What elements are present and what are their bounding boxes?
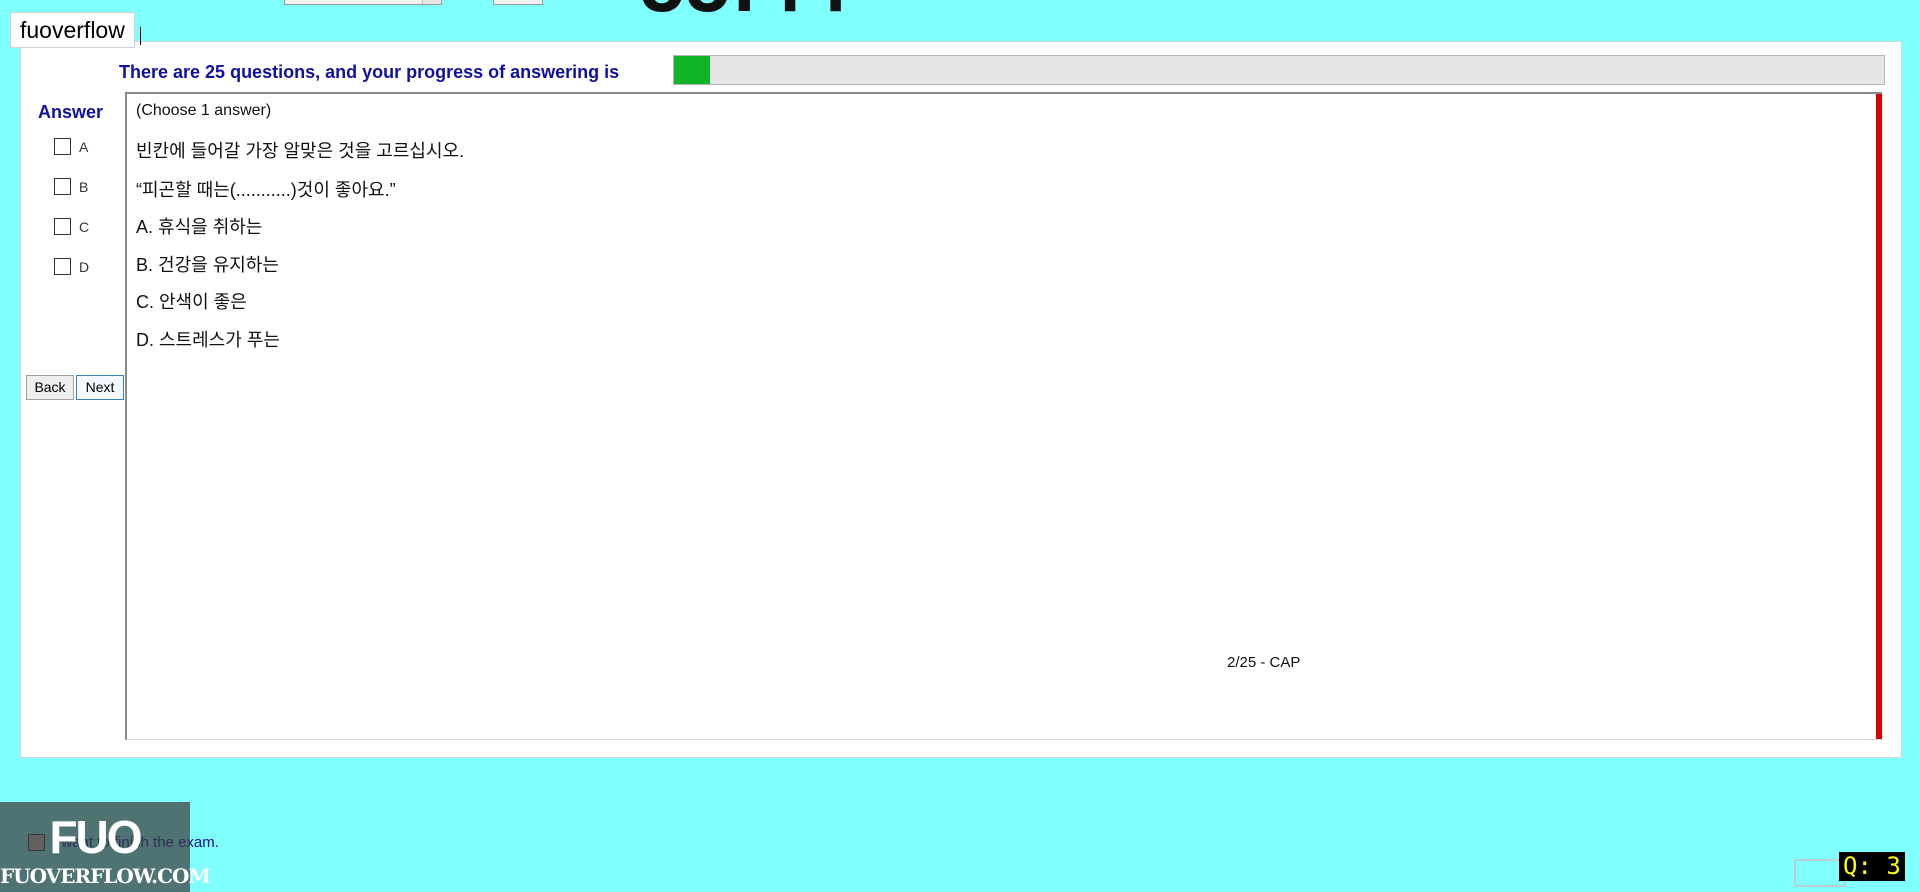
question-area: (Choose 1 answer) 빈칸에 들어갈 가장 알맞은 것을 고르십시… xyxy=(125,92,1882,740)
choice-a: A. 휴식을 취하는 xyxy=(136,217,263,237)
answer-option-label: C xyxy=(79,218,90,235)
choice-b: B. 건강을 유지하는 xyxy=(136,255,279,275)
progress-bar xyxy=(673,55,1885,85)
watermark-label: fuoverflow xyxy=(10,12,135,48)
answer-option-c[interactable]: C xyxy=(54,218,89,235)
answer-option-label: A xyxy=(79,138,89,155)
scroll-indicator xyxy=(1876,94,1882,739)
answer-option-label: D xyxy=(79,258,90,275)
question-footer: 2/25 - CAP xyxy=(1227,654,1301,671)
exam-code-combobox[interactable] xyxy=(284,0,442,5)
answer-option-d[interactable]: D xyxy=(54,258,89,275)
choice-c: C. 안색이 좋은 xyxy=(136,292,247,312)
choice-d: D. 스트레스가 푸는 xyxy=(136,330,280,350)
checkbox[interactable] xyxy=(54,258,71,275)
checkbox[interactable] xyxy=(54,218,71,235)
progress-text: There are 25 questions, and your progres… xyxy=(119,62,620,82)
chevron-down-icon[interactable] xyxy=(422,0,441,4)
question-sentence: “피곤할 때는(...........)것이 좋아요.” xyxy=(136,180,396,200)
countdown-timer: 55:44 xyxy=(640,0,850,24)
watermark-logo: FUO FUOVERFLOW.COM xyxy=(0,802,211,892)
question-counter: Q: 3 xyxy=(1839,852,1905,881)
answer-option-label: B xyxy=(79,178,89,195)
font-size-field[interactable] xyxy=(493,0,543,5)
choose-instruction: (Choose 1 answer) xyxy=(136,102,272,119)
checkbox[interactable] xyxy=(54,138,71,155)
back-button[interactable]: Back xyxy=(26,375,74,400)
answer-option-a[interactable]: A xyxy=(54,138,88,155)
progress-fill xyxy=(674,56,711,84)
answer-option-b[interactable]: B xyxy=(54,178,88,195)
logo-mark: FUO xyxy=(49,811,142,863)
question-prompt: 빈칸에 들어갈 가장 알맞은 것을 고르십시오. xyxy=(136,141,465,161)
text-caret xyxy=(140,27,141,45)
logo-text: FUOVERFLOW.COM xyxy=(0,864,211,888)
answer-label: Answer xyxy=(38,102,104,122)
next-button[interactable]: Next xyxy=(76,375,124,400)
checkbox[interactable] xyxy=(54,178,71,195)
